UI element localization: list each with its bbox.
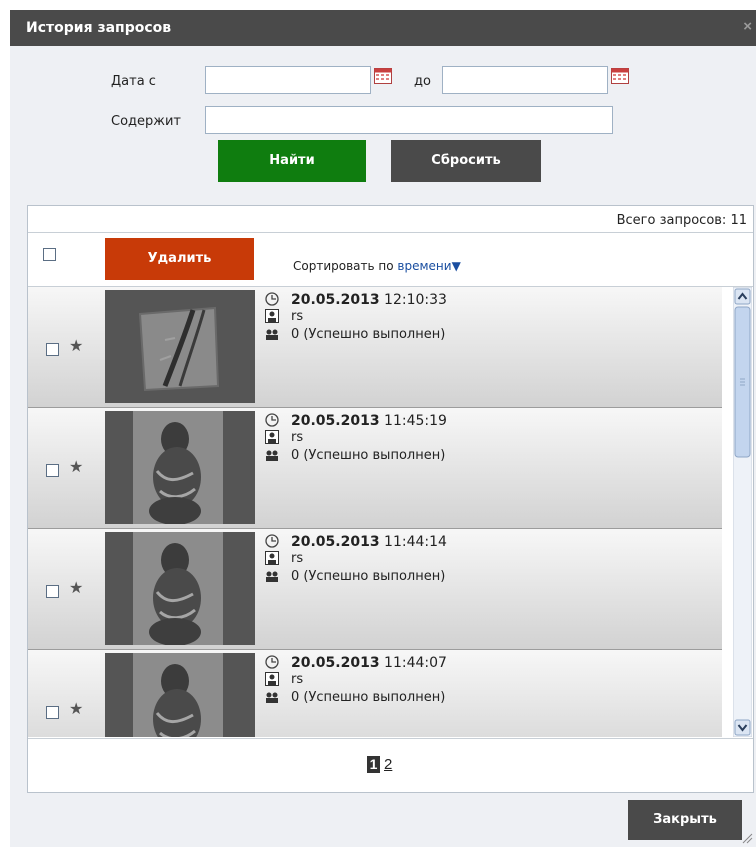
row-checkbox[interactable] [46, 585, 59, 598]
contains-input[interactable] [205, 106, 613, 134]
scrollbar[interactable] [732, 287, 753, 737]
people-icon [266, 329, 278, 340]
clock-icon [265, 655, 279, 669]
list-item[interactable]: ★ 20.05.2013 11:44:14 rs 0 (Успешно выпо… [28, 529, 722, 650]
list-item[interactable]: ★ 20.05.2013 12:10:33 rs 0 (Успешно выпо… [28, 287, 722, 408]
request-datetime: 20.05.2013 11:44:07 [291, 655, 447, 671]
divider [28, 738, 753, 739]
request-datetime: 20.05.2013 11:44:14 [291, 534, 447, 550]
request-result: 0 (Успешно выполнен) [291, 327, 446, 342]
request-user: rs [291, 551, 304, 566]
dialog-titlebar[interactable]: История запросов × [10, 10, 756, 46]
delete-button[interactable]: Удалить [105, 238, 254, 280]
page-current: 1 [367, 756, 380, 773]
thumbnail-image[interactable] [105, 653, 255, 737]
total-count: Всего запросов: 11 [616, 213, 747, 228]
divider [28, 232, 753, 233]
request-user: rs [291, 672, 304, 687]
pagination: 1 2 [28, 738, 753, 792]
row-checkbox[interactable] [46, 464, 59, 477]
people-icon [266, 571, 278, 582]
request-user: rs [291, 309, 304, 324]
user-icon [265, 430, 279, 444]
list-item[interactable]: ★ 20.05.2013 11:44:07 rs 0 (Успешно выпо… [28, 650, 722, 737]
reset-button[interactable]: Сбросить [391, 140, 541, 182]
page-link-2[interactable]: 2 [384, 756, 392, 773]
request-result: 0 (Успешно выполнен) [291, 690, 446, 705]
user-icon [265, 551, 279, 565]
request-result: 0 (Успешно выполнен) [291, 448, 446, 463]
select-all-checkbox[interactable] [43, 248, 56, 261]
row-checkbox[interactable] [46, 343, 59, 356]
sort-control: Сортировать по времени▼ [293, 259, 461, 273]
clock-icon [265, 534, 279, 548]
people-icon [266, 692, 278, 703]
user-icon [265, 309, 279, 323]
request-datetime: 20.05.2013 12:10:33 [291, 292, 447, 308]
list-item[interactable]: ★ 20.05.2013 11:45:19 rs 0 (Успешно выпо… [28, 408, 722, 529]
thumbnail-image[interactable] [105, 411, 255, 524]
request-result: 0 (Успешно выполнен) [291, 569, 446, 584]
results-panel: Всего запросов: 11 Удалить Сортировать п… [27, 205, 754, 793]
star-icon[interactable]: ★ [69, 578, 83, 598]
close-icon[interactable]: × [743, 18, 752, 35]
star-icon[interactable]: ★ [69, 336, 83, 356]
request-user: rs [291, 430, 304, 445]
thumbnail-image[interactable] [105, 532, 255, 645]
calendar-icon[interactable] [611, 68, 629, 84]
resize-grip-icon[interactable] [741, 832, 753, 844]
date-to-input[interactable] [442, 66, 608, 94]
sort-field-link[interactable]: времени [397, 259, 451, 273]
people-icon [266, 450, 278, 461]
query-history-dialog: История запросов × Дата с до Содержит На… [10, 10, 756, 847]
star-icon[interactable]: ★ [69, 457, 83, 477]
request-list: ★ 20.05.2013 12:10:33 rs 0 (Успешно выпо… [28, 286, 753, 737]
thumbnail-image[interactable] [105, 290, 255, 403]
close-button[interactable]: Закрыть [628, 800, 742, 840]
contains-label: Содержит [111, 114, 182, 129]
dialog-title: История запросов [26, 20, 172, 36]
user-icon [265, 672, 279, 686]
date-to-label: до [414, 74, 431, 89]
find-button[interactable]: Найти [218, 140, 366, 182]
sort-label: Сортировать по [293, 259, 394, 273]
sort-arrow-icon[interactable]: ▼ [452, 259, 461, 273]
date-from-input[interactable] [205, 66, 371, 94]
date-from-label: Дата с [111, 74, 156, 89]
star-icon[interactable]: ★ [69, 699, 83, 719]
request-datetime: 20.05.2013 11:45:19 [291, 413, 447, 429]
calendar-icon[interactable] [374, 68, 392, 84]
clock-icon [265, 292, 279, 306]
row-checkbox[interactable] [46, 706, 59, 719]
clock-icon [265, 413, 279, 427]
